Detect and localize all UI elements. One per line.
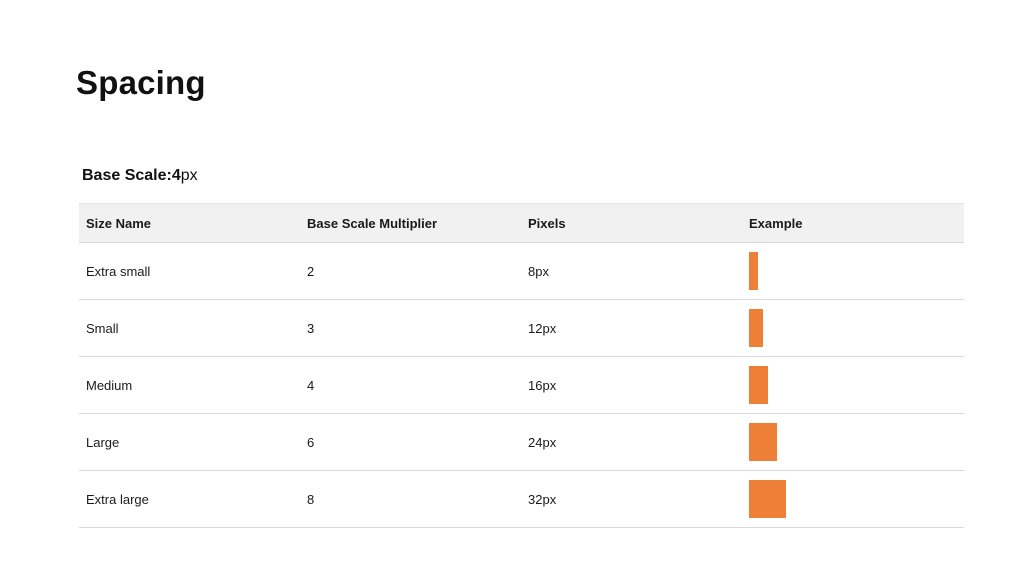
cell-example [742,299,964,357]
table-row: Extra small 2 8px [79,242,964,300]
table-row: Small 3 12px [79,299,964,357]
cell-pixels: 16px [521,356,742,414]
cell-pixels: 8px [521,242,742,300]
header-size-name: Size Name [86,215,152,231]
page-title: Spacing [76,64,206,101]
slide: Spacing Base Scale:4px Size Name Base Sc… [0,0,1024,577]
example-swatch [749,366,768,404]
header-multiplier: Base Scale Multiplier [307,215,438,231]
example-swatch [749,309,763,347]
cell-multiplier: 6 [300,413,521,471]
cell-example [742,470,964,528]
spacing-table: Size Name Base Scale Multiplier Pixels E… [79,203,964,528]
cell-size-name: Extra small [79,242,300,300]
table-row: Medium 4 16px [79,356,964,414]
table-row: Large 6 24px [79,413,964,471]
base-scale-caption: Base Scale: [82,167,172,184]
table-row: Extra large 8 32px [79,470,964,528]
table-header: Size Name Base Scale Multiplier Pixels E… [79,203,964,243]
cell-pixels: 12px [521,299,742,357]
cell-multiplier: 4 [300,356,521,414]
cell-example [742,242,964,300]
base-scale-unit: px [180,167,198,184]
base-scale-label: Base Scale:4px [82,167,198,185]
cell-multiplier: 8 [300,470,521,528]
header-example: Example [749,215,803,231]
example-swatch [749,252,758,290]
header-row: Size Name Base Scale Multiplier Pixels E… [79,203,964,243]
example-swatch [749,480,786,518]
cell-example [742,356,964,414]
cell-example [742,413,964,471]
cell-size-name: Small [79,299,300,357]
example-swatch [749,423,777,461]
cell-size-name: Extra large [79,470,300,528]
cell-size-name: Large [79,413,300,471]
header-pixels: Pixels [528,215,566,231]
cell-pixels: 32px [521,470,742,528]
table-body: Extra small 2 8px Small 3 12px Medium 4 … [79,242,964,528]
base-scale-value: 4 [171,167,181,184]
cell-multiplier: 2 [300,242,521,300]
cell-multiplier: 3 [300,299,521,357]
cell-pixels: 24px [521,413,742,471]
cell-size-name: Medium [79,356,300,414]
